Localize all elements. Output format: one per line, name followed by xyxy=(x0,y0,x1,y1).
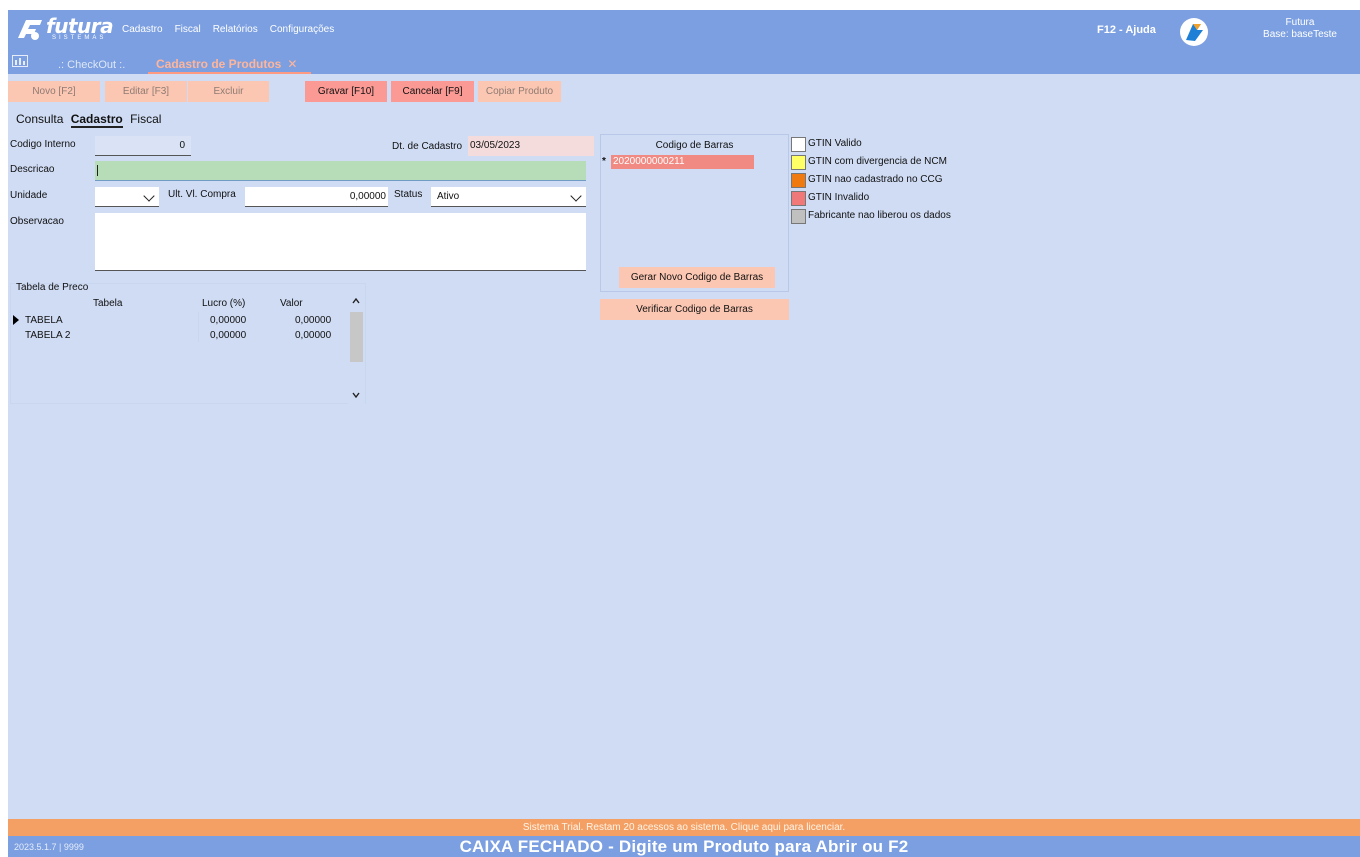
excluir-button[interactable]: Excluir xyxy=(188,81,269,102)
menu-configuracoes[interactable]: Configurações xyxy=(270,24,334,35)
price-table xyxy=(10,283,366,404)
cell-valor: 0,00000 xyxy=(295,315,332,326)
barcode-title: Codigo de Barras xyxy=(655,140,734,151)
descricao-label: Descricao xyxy=(10,164,55,175)
tab-checkout[interactable]: .: CheckOut :. xyxy=(58,59,125,71)
cell-tabela: TABELA xyxy=(25,315,63,326)
legend-gtin-nao-cadastrado: GTIN nao cadastrado no CCG xyxy=(791,172,943,188)
menu-relatorios[interactable]: Relatórios xyxy=(213,24,258,35)
tab-cadastro-produtos[interactable]: Cadastro de Produtos ✕ xyxy=(156,57,297,71)
user-name: Futura xyxy=(1285,17,1315,28)
subtab-cadastro[interactable]: Cadastro xyxy=(70,112,123,128)
column-divider xyxy=(198,312,199,342)
user-base: Base: baseTeste xyxy=(1263,29,1337,40)
ult-vl-compra-label: Ult. Vl. Compra xyxy=(168,189,236,200)
menu-fiscal[interactable]: Fiscal xyxy=(175,24,201,35)
scrollbar-thumb[interactable] xyxy=(350,312,363,362)
dt-cadastro-label: Dt. de Cadastro xyxy=(392,141,463,152)
text-cursor xyxy=(97,164,98,176)
cancelar-button[interactable]: Cancelar [F9] xyxy=(391,81,474,102)
price-table-title: Tabela de Preco xyxy=(16,282,89,293)
scroll-up-icon[interactable] xyxy=(352,298,360,304)
legend-label: GTIN nao cadastrado no CCG xyxy=(808,174,943,185)
legend-gtin-valido: GTIN Valido xyxy=(791,136,862,152)
close-tab-icon[interactable]: ✕ xyxy=(287,57,297,71)
cell-valor: 0,00000 xyxy=(295,330,332,341)
legend-label: GTIN com divergencia de NCM xyxy=(808,156,947,167)
column-header-tabela[interactable]: Tabela xyxy=(93,298,122,309)
codigo-interno-label: Codigo Interno xyxy=(10,139,76,150)
form-subtabs: Consulta Cadastro Fiscal xyxy=(16,112,165,128)
legend-swatch xyxy=(791,154,806,170)
legend-swatch xyxy=(791,190,806,206)
top-bar: futura SISTEMAS Cadastro Fiscal Relatóri… xyxy=(8,10,1360,50)
menu-cadastro[interactable]: Cadastro xyxy=(122,24,163,35)
scroll-down-icon[interactable] xyxy=(352,392,360,398)
editar-button[interactable]: Editar [F3] xyxy=(105,81,187,102)
ult-vl-compra-field[interactable]: 0,00000 xyxy=(245,187,388,207)
observacao-label: Observacao xyxy=(10,216,64,227)
chevron-down-icon xyxy=(570,190,582,202)
legend-gtin-invalido: GTIN Invalido xyxy=(791,190,869,206)
active-tab-indicator xyxy=(148,72,311,74)
legend-swatch xyxy=(791,208,806,224)
dashboard-chart-icon[interactable] xyxy=(12,55,28,67)
copiar-produto-button[interactable]: Copiar Produto xyxy=(478,81,561,102)
unidade-label: Unidade xyxy=(10,190,48,201)
legend-swatch xyxy=(791,172,806,188)
gravar-button[interactable]: Gravar [F10] xyxy=(305,81,387,102)
verificar-codigo-barras-button[interactable]: Verificar Codigo de Barras xyxy=(600,299,789,320)
cell-tabela: TABELA 2 xyxy=(25,330,71,341)
status-bar: 2023.5.1.7 | 9999 CAIXA FECHADO - Digite… xyxy=(8,836,1360,857)
legend-fabricante: Fabricante nao liberou os dados xyxy=(791,208,951,224)
user-info: Futura Base: baseTeste xyxy=(1245,17,1355,41)
logo-subtitle: SISTEMAS xyxy=(52,35,107,41)
cell-lucro: 0,00000 xyxy=(210,315,247,326)
column-header-valor[interactable]: Valor xyxy=(280,298,303,309)
tab-bar: .: CheckOut :. Cadastro de Produtos ✕ xyxy=(8,50,1360,74)
barcode-row-marker: * xyxy=(602,156,606,167)
dt-cadastro-field[interactable]: 03/05/2023 xyxy=(468,136,594,156)
novo-button[interactable]: Novo [F2] xyxy=(8,81,100,102)
subtab-fiscal[interactable]: Fiscal xyxy=(130,112,161,126)
main-menu: Cadastro Fiscal Relatórios Configurações xyxy=(122,24,334,35)
legend-gtin-divergencia: GTIN com divergencia de NCM xyxy=(791,154,947,170)
futura-logo-icon xyxy=(18,20,42,40)
status-select[interactable]: Ativo xyxy=(431,187,586,207)
subtab-consulta[interactable]: Consulta xyxy=(16,112,63,126)
tab-cadastro-produtos-label: Cadastro de Produtos xyxy=(156,57,282,71)
futura-logo: futura SISTEMAS xyxy=(14,14,114,46)
cell-lucro: 0,00000 xyxy=(210,330,247,341)
caixa-status-message: CAIXA FECHADO - Digite um Produto para A… xyxy=(459,837,909,856)
status-label: Status xyxy=(394,189,423,200)
column-header-lucro[interactable]: Lucro (%) xyxy=(202,298,245,309)
futura-badge-icon xyxy=(1180,18,1208,46)
chevron-down-icon xyxy=(143,190,155,202)
logo-word: futura xyxy=(46,14,114,38)
legend-label: Fabricante nao liberou os dados xyxy=(808,210,951,221)
legend-swatch xyxy=(791,136,806,152)
legend-label: GTIN Invalido xyxy=(808,192,870,203)
barcode-value[interactable]: 2020000000211 xyxy=(611,155,754,169)
app-window: futura SISTEMAS Cadastro Fiscal Relatóri… xyxy=(8,10,1360,857)
trial-banner[interactable]: Sistema Trial. Restam 20 acessos ao sist… xyxy=(8,819,1360,836)
observacao-field[interactable] xyxy=(95,213,586,271)
descricao-field[interactable] xyxy=(95,161,586,181)
gerar-codigo-barras-button[interactable]: Gerar Novo Codigo de Barras xyxy=(619,267,775,288)
current-row-arrow-icon xyxy=(13,315,19,325)
legend-label: GTIN Valido xyxy=(808,138,862,149)
unidade-select[interactable] xyxy=(95,187,159,207)
codigo-interno-field[interactable]: 0 xyxy=(95,136,191,156)
status-value: Ativo xyxy=(437,191,460,202)
help-link[interactable]: F12 - Ajuda xyxy=(1097,24,1156,36)
